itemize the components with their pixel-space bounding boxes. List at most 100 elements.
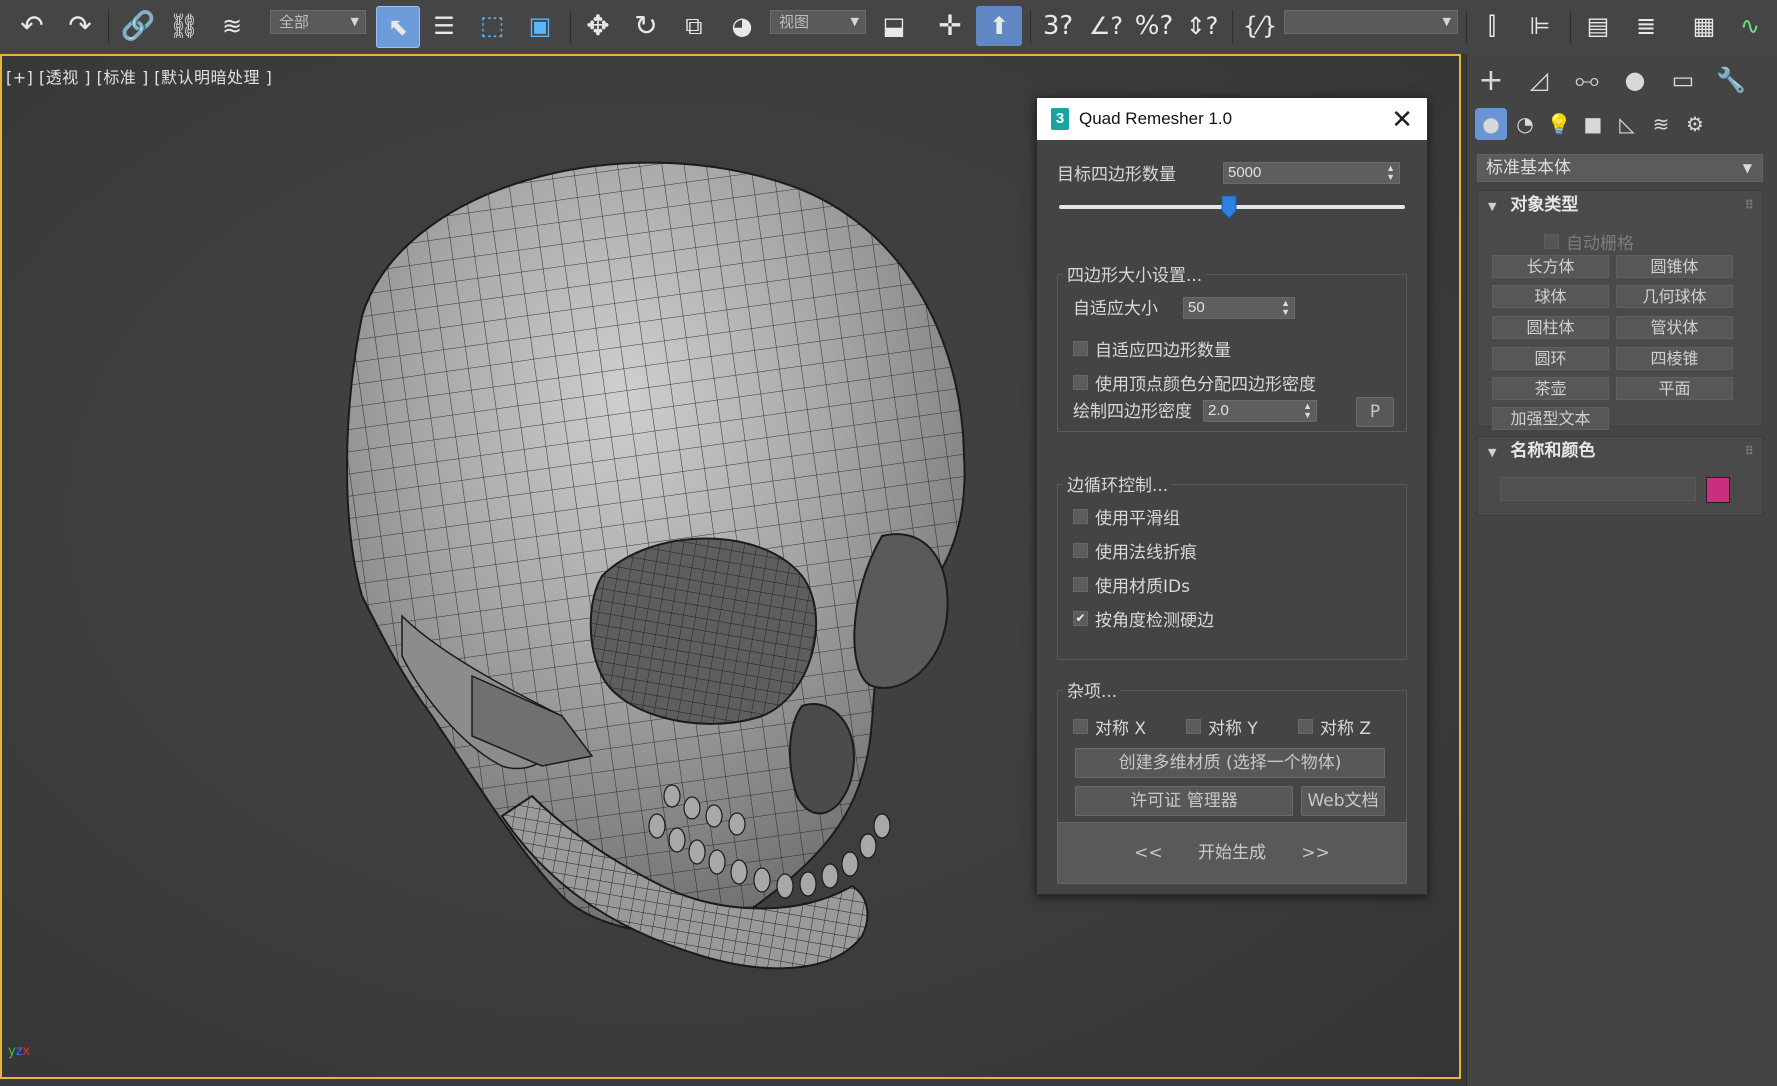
placement-icon[interactable]: ◕ [722,6,762,46]
generate-button[interactable]: << 开始生成 >> [1057,822,1407,884]
select-object-icon[interactable]: ⬉ [376,6,420,48]
checkbox-checked-icon[interactable]: ✔ [1073,611,1088,626]
checkbox-box[interactable] [1073,577,1088,592]
adaptive-size-spinner[interactable]: 50 ▲ ▼ [1183,297,1295,319]
sphere-button[interactable]: 球体 [1492,285,1609,308]
cameras-icon[interactable]: ■ [1577,108,1609,140]
symmetry-y-checkbox[interactable]: 对称 Y [1186,714,1258,739]
adaptive-size-value: 50 [1188,299,1205,316]
shapes-icon[interactable]: ◔ [1509,108,1541,140]
spinner-arrows-icon[interactable]: ▲ ▼ [1386,164,1395,182]
rect-selection-icon[interactable]: ⬚ [472,6,512,46]
checkbox-box[interactable] [1073,375,1088,390]
drag-grip-icon: ⠿ [1744,444,1754,458]
scene-explorer-icon[interactable]: ▤ [1578,6,1618,46]
object-type-header[interactable]: ▼ 对象类型 ⠿ [1478,191,1762,219]
pivot-center-icon[interactable]: ⬓ [874,6,914,46]
redo-icon[interactable]: ↷ [60,6,100,46]
mirror-icon[interactable]: ⫿ [1472,6,1512,46]
utilities-tab-icon[interactable]: 🔧 [1715,64,1747,96]
create-tab-icon[interactable]: + [1475,63,1507,98]
checkbox-box[interactable] [1073,509,1088,524]
named-selection-dropdown[interactable]: ▼ [1284,10,1458,34]
cone-button[interactable]: 圆锥体 [1616,255,1733,278]
dialog-titlebar[interactable]: 3 Quad Remesher 1.0 ✕ [1037,98,1427,140]
plane-button[interactable]: 平面 [1616,377,1733,400]
layer-explorer-icon[interactable]: ≣ [1626,6,1666,46]
reference-coord-dropdown[interactable]: 视图 ▼ [770,10,866,34]
create-multi-material-button[interactable]: 创建多维材质 (选择一个物体) [1075,748,1385,778]
selection-filter-dropdown[interactable]: 全部 ▼ [270,10,366,34]
spinner-snap-icon[interactable]: ⇕? [1180,6,1224,46]
close-icon[interactable]: ✕ [1391,104,1413,135]
category-dropdown[interactable]: 标准基本体 ▼ [1477,154,1763,182]
symmetry-z-checkbox[interactable]: 对称 Z [1298,714,1371,739]
undo-icon[interactable]: ↶ [12,6,52,46]
detect-hard-edges-label: 按角度检测硬边 [1095,611,1214,631]
rotate-icon[interactable]: ↻ [626,6,666,46]
select-by-name-icon[interactable]: ☰ [424,6,464,46]
angle-snap-icon[interactable]: ∠? [1084,6,1128,46]
collapse-triangle-icon: ▼ [1488,200,1497,213]
symmetry-x-checkbox[interactable]: 对称 X [1073,714,1146,739]
curve-editor-icon[interactable]: ∿ [1730,6,1770,46]
geosphere-button[interactable]: 几何球体 [1616,285,1733,308]
helpers-icon[interactable]: ◺ [1611,108,1643,140]
percent-snap-icon[interactable]: %? [1132,6,1176,46]
detect-hard-edges-checkbox[interactable]: ✔ 按角度检测硬边 [1073,606,1214,631]
edit-named-selection-icon[interactable]: {⁄} [1238,6,1282,46]
spinner-arrows-icon[interactable]: ▲ ▼ [1303,402,1312,420]
checkbox-box[interactable] [1073,719,1088,734]
use-normal-crease-checkbox[interactable]: 使用法线折痕 [1073,538,1197,563]
hierarchy-tab-icon[interactable]: ⧟ [1571,64,1603,96]
tube-button[interactable]: 管状体 [1616,316,1733,339]
use-material-ids-checkbox[interactable]: 使用材质IDs [1073,572,1190,597]
window-crossing-icon[interactable]: ▣ [520,6,560,46]
main-toolbar: ↶ ↷ 🔗 ⛓ ≋ 全部 ▼ ⬉ ☰ ⬚ ▣ ✥ ↻ ⧉ ◕ 视图 ▼ ⬓ ✛ … [0,0,1777,55]
adaptive-quad-count-checkbox[interactable]: 自适应四边形数量 [1073,336,1231,361]
unlink-icon[interactable]: ⛓ [164,6,204,46]
use-smoothing-groups-checkbox[interactable]: 使用平滑组 [1073,504,1180,529]
torus-button[interactable]: 圆环 [1492,347,1609,370]
checkbox-box[interactable] [1544,234,1559,249]
select-manipulate-icon[interactable]: ✛ [930,6,970,46]
auto-grid-checkbox[interactable]: 自动栅格 [1544,229,1634,254]
display-tab-icon[interactable]: ▭ [1667,64,1699,96]
paint-density-p-button[interactable]: P [1356,397,1394,427]
paint-density-spinner[interactable]: 2.0 ▲ ▼ [1203,400,1317,422]
toolbar-divider [1030,10,1031,44]
object-color-swatch[interactable] [1706,477,1730,503]
checkbox-box[interactable] [1073,341,1088,356]
keyboard-override-icon[interactable]: ⬆ [976,6,1022,46]
spinner-arrows-icon[interactable]: ▲ ▼ [1281,299,1290,317]
slider-thumb[interactable] [1221,195,1237,219]
object-name-field[interactable] [1500,477,1696,501]
checkbox-box[interactable] [1186,719,1201,734]
box-button[interactable]: 长方体 [1492,255,1609,278]
motion-tab-icon[interactable]: ● [1619,64,1651,96]
use-vertex-color-checkbox[interactable]: 使用顶点颜色分配四边形密度 [1073,370,1316,395]
checkbox-box[interactable] [1298,719,1313,734]
dialog-body: 目标四边形数量 5000 ▲ ▼ 四边形大小设置... 自适应大小 50 ▲ ▼ 自… [1037,140,1427,894]
align-icon[interactable]: ⊫ [1520,6,1560,46]
pyramid-button[interactable]: 四棱锥 [1616,347,1733,370]
cylinder-button[interactable]: 圆柱体 [1492,316,1609,339]
target-quad-spinner[interactable]: 5000 ▲ ▼ [1223,162,1400,184]
ribbon-icon[interactable]: ▦ [1684,6,1724,46]
name-color-header[interactable]: ▼ 名称和颜色 ⠿ [1478,437,1762,465]
checkbox-box[interactable] [1073,543,1088,558]
modify-tab-icon[interactable]: ◿ [1523,64,1555,96]
teapot-button[interactable]: 茶壶 [1492,377,1609,400]
license-manager-button[interactable]: 许可证 管理器 [1075,786,1293,816]
link-icon[interactable]: 🔗 [118,6,158,46]
text-plus-button[interactable]: 加强型文本 [1492,407,1609,430]
snap-toggle-icon[interactable]: 3? [1036,6,1080,46]
geometry-icon[interactable]: ● [1475,108,1507,140]
move-icon[interactable]: ✥ [578,6,618,46]
space-warps-icon[interactable]: ≋ [1645,108,1677,140]
scale-icon[interactable]: ⧉ [674,6,714,46]
web-docs-button[interactable]: Web文档 [1301,786,1385,816]
lights-icon[interactable]: 💡 [1543,108,1575,140]
bind-space-warp-icon[interactable]: ≋ [212,6,252,46]
systems-icon[interactable]: ⚙ [1679,108,1711,140]
